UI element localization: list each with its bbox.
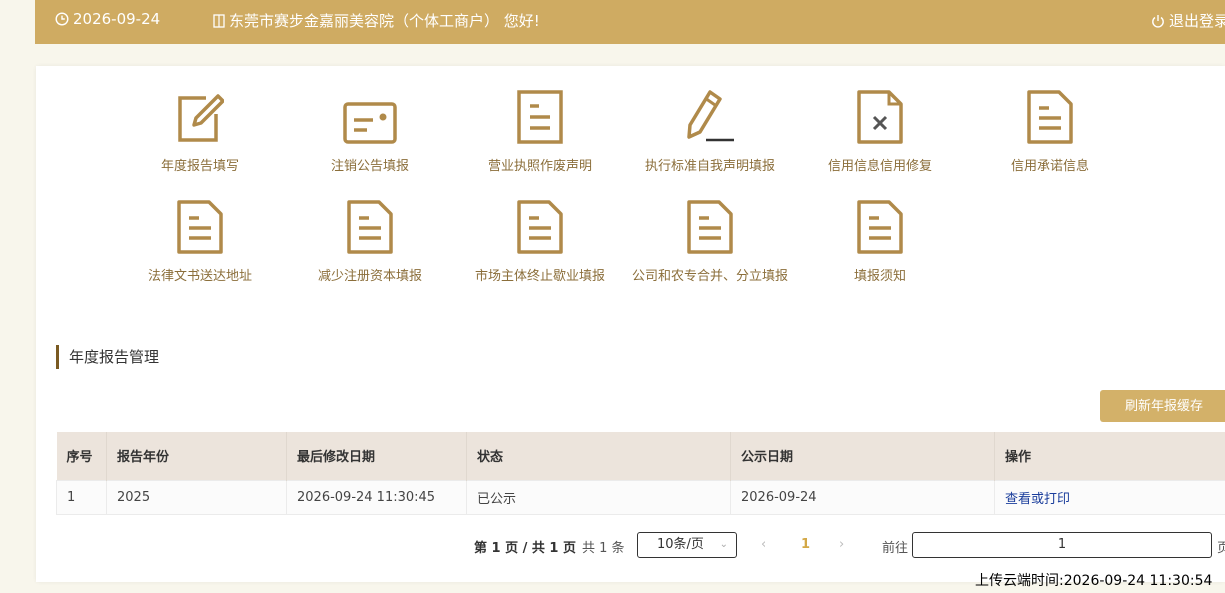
upload-time: 上传云端时间:2026-09-24 11:30:54 [975,573,1213,589]
page-size-value: 10条/页 [657,537,704,552]
col-header-modified: 最后修改日期 [286,432,467,480]
logout-label: 退出登录 [1169,12,1225,30]
total-count: 共 1 条 [582,541,625,556]
tile-label: 减少注册资本填报 [317,269,422,284]
section-title: 年度报告管理 [56,345,159,369]
tile-credit-commitment[interactable]: 信用承诺信息 [965,86,1135,174]
next-page-button[interactable]: › [839,537,844,552]
tile-label: 注销公告填报 [330,159,409,174]
tile-merger-split[interactable]: 公司和农专合并、分立填报 [625,196,795,284]
cell-pub-date: 2026-09-24 [730,479,995,515]
annual-report-table: 序号 报告年份 最后修改日期 状态 公示日期 操作 1 2025 2026-09… [56,432,1225,515]
cell-status: 已公示 [466,479,731,515]
view-print-link[interactable]: 查看或打印 [1005,492,1070,507]
document-icon [687,200,733,254]
top-header: 2026-09-24 东莞市赛步金嘉丽美容院（个体工商户） 您好! 退出登录 [35,0,1225,44]
tile-credit-repair[interactable]: 信用信息信用修复 [795,86,965,174]
building-icon [213,13,225,28]
cell-modified: 2026-09-24 11:30:45 [286,479,467,515]
tile-legal-address[interactable]: 法律文书送达地址 [115,196,285,284]
tile-standard-declaration[interactable]: 执行标准自我声明填报 [625,86,795,174]
page-info: 第 1 页 / 共 1 页 [474,541,576,556]
page-unit-label: 页 [1217,541,1225,556]
page-size-select[interactable]: 10条/页 ⌄ [637,532,737,558]
cell-year: 2025 [106,479,287,515]
col-header-pub-date: 公示日期 [730,432,995,480]
header-greeting: 东莞市赛步金嘉丽美容院（个体工商户） 您好! [213,10,540,31]
header-date-text: 2026-09-24 [73,10,161,28]
col-header-year: 报告年份 [106,432,287,480]
table-row: 1 2025 2026-09-24 11:30:45 已公示 2026-09-2… [56,479,1225,515]
tile-label: 法律文书送达地址 [147,269,252,284]
card-icon [343,102,397,144]
document-icon [517,90,563,144]
document-icon [517,200,563,254]
header-greeting-text: 东莞市赛步金嘉丽美容院（个体工商户） 您好! [229,12,540,30]
cell-no: 1 [56,479,107,515]
prev-page-button[interactable]: ‹ [761,537,766,552]
tile-filing-notice[interactable]: 填报须知 [795,196,965,284]
tile-label: 填报须知 [853,269,906,284]
pagination: 第 1 页 / 共 1 页 共 1 条 10条/页 ⌄ ‹ 1 › 前往 1 页 [36,532,1225,558]
edit-icon [178,94,224,142]
logout-button[interactable]: 退出登录 [1151,10,1225,31]
table-header-row: 序号 报告年份 最后修改日期 状态 公示日期 操作 [56,432,1225,480]
tile-label: 信用承诺信息 [1010,159,1089,174]
cell-action: 查看或打印 [994,479,1225,515]
power-icon [1152,14,1164,28]
refresh-cache-button[interactable]: 刷新年报缓存 [1100,390,1225,422]
goto-page-input[interactable]: 1 [912,532,1212,558]
tile-label: 信用信息信用修复 [827,159,932,174]
col-header-status: 状态 [466,432,731,480]
col-header-no: 序号 [56,432,107,480]
tile-label: 公司和农专合并、分立填报 [631,269,788,284]
document-icon [177,200,223,254]
chevron-down-icon: ⌄ [719,539,728,550]
document-icon [1027,90,1073,144]
goto-label: 前往 [882,541,909,556]
tile-capital-reduction[interactable]: 减少注册资本填报 [285,196,455,284]
tile-label: 执行标准自我声明填报 [644,159,775,174]
main-panel: 年度报告填写 注销公告填报 营业执照作废声明 执行标准自我声明填报 信用信息信用… [36,66,1225,582]
tile-label: 营业执照作废声明 [487,159,592,174]
tile-business-termination[interactable]: 市场主体终止歇业填报 [455,196,625,284]
page-number-current[interactable]: 1 [801,537,810,552]
clock-icon [55,12,69,26]
col-header-action: 操作 [994,432,1225,480]
tile-license-void[interactable]: 营业执照作废声明 [455,86,625,174]
pencil-icon [687,90,734,142]
header-date: 2026-09-24 [55,10,160,28]
tile-label: 市场主体终止歇业填报 [474,269,605,284]
document-icon [347,200,393,254]
document-icon [857,200,903,254]
document-x-icon [857,90,903,144]
tile-cancellation-notice[interactable]: 注销公告填报 [285,86,455,174]
tile-annual-report[interactable]: 年度报告填写 [115,86,285,174]
tile-label: 年度报告填写 [160,159,239,174]
